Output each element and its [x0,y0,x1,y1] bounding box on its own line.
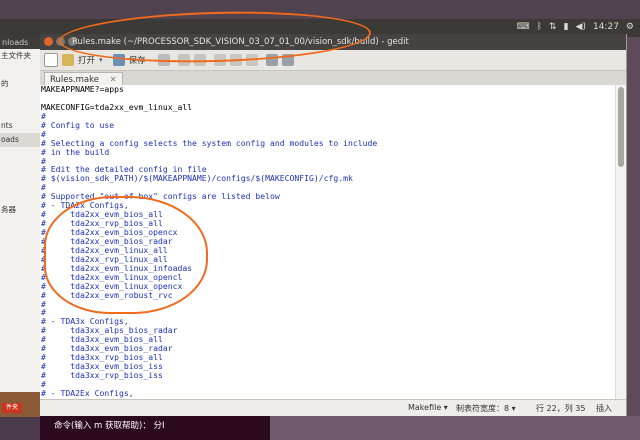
terminal-line: 命令(输入 m 获取帮助)： 分I [54,421,165,431]
file-manager-item[interactable] [0,161,40,175]
redo-icon[interactable] [193,54,206,66]
code-line[interactable]: # Selecting a config selects the system … [40,138,616,148]
close-icon[interactable]: ✕ [110,75,117,84]
tab-bar: Rules.make ✕ [40,71,626,86]
insert-mode: 插入 [596,404,612,413]
file-manager-item[interactable]: 的 [0,77,40,91]
desktop-background [0,0,640,19]
file-manager-header: nloads [0,37,40,49]
code-line[interactable]: # [40,111,616,121]
file-manager-item[interactable] [0,91,40,105]
close-window-button[interactable] [44,37,53,46]
language-label: Makefile [408,403,442,412]
replace-icon[interactable] [281,54,294,66]
text-editor[interactable]: MAKEAPPNAME?=apps MAKECONFIG=tda2xx_evm_l… [40,85,616,400]
keyboard-icon[interactable]: ⌨ [517,22,530,32]
terminal-window[interactable]: 命令(输入 m 获取帮助)： 分I [40,416,270,440]
file-manager-item[interactable] [0,105,40,119]
battery-icon[interactable]: ▮ [564,22,569,32]
code-line[interactable]: MAKEAPPNAME?=apps [40,85,616,94]
tab-width-selector[interactable]: 制表符宽度：8 ▾ [456,403,516,414]
bluetooth-icon[interactable]: ᛒ [537,22,542,32]
file-manager-item[interactable] [0,147,40,161]
file-manager-item[interactable] [0,189,40,203]
toolbar: 打开 ▾ 保存 [40,50,626,71]
paste-icon[interactable] [245,54,258,66]
search-icon[interactable] [265,54,278,66]
file-manager-item[interactable]: nts [0,119,40,133]
print-icon[interactable] [157,54,170,66]
file-manager-window: nloads 主文件夹 的 nts oads 务器 [0,37,41,417]
minimize-window-button[interactable] [56,37,65,46]
gear-icon[interactable]: ⚙ [626,22,634,32]
file-manager-item[interactable] [0,63,40,77]
title-bar[interactable]: Rules.make (~/PROCESSOR_SDK_VISION_03_07… [40,34,626,50]
file-manager-item[interactable]: 务器 [0,203,40,217]
volume-icon[interactable]: ◀) [576,22,586,32]
open-button[interactable]: 打开 [78,54,95,66]
folder-badge: 件夹 [2,403,22,413]
code-line[interactable]: # [40,299,616,309]
copy-icon[interactable] [229,54,242,66]
language-selector[interactable]: Makefile ▾ [408,403,448,412]
chevron-down-icon[interactable]: ▾ [99,56,103,64]
tab-rules-make[interactable]: Rules.make ✕ [44,72,124,86]
cut-icon[interactable] [213,54,226,66]
code-line[interactable]: # tda3xx_rvp_bios_iss [40,371,616,380]
code-line[interactable]: MAKECONFIG=tda2xx_evm_linux_all [40,102,616,112]
system-tray: ⌨ ᛒ ⇅ ▮ ◀) 14:27 ⚙ [517,22,634,32]
save-button[interactable]: 保存 [129,54,146,66]
gedit-window: Rules.make (~/PROCESSOR_SDK_VISION_03_07… [40,34,627,416]
undo-icon[interactable] [177,54,190,66]
scrollbar-thumb[interactable] [618,87,624,167]
code-line[interactable]: # in the build [40,147,616,157]
tab-width-label: 制表符宽度：8 [456,404,510,413]
vertical-scrollbar[interactable] [615,85,626,400]
file-manager-item[interactable]: 主文件夹 [0,49,40,63]
code-line[interactable]: # $(vision_sdk_PATH)/$(MAKEAPPNAME)/conf… [40,174,616,183]
tab-label: Rules.make [50,75,99,85]
file-manager-item[interactable]: oads [0,133,40,147]
cursor-position: 行 22，列 35 [536,404,586,413]
file-manager-item[interactable] [0,175,40,189]
desktop-background-bottom [270,416,640,440]
code-line[interactable]: # tda2xx_evm_robust_rvc [40,290,616,300]
save-icon[interactable] [112,54,125,66]
open-folder-icon[interactable] [62,54,74,66]
window-title: Rules.make (~/PROCESSOR_SDK_VISION_03_07… [72,37,409,47]
new-document-icon[interactable] [44,53,58,67]
network-icon[interactable]: ⇅ [549,22,557,32]
desktop-background-right [626,37,640,417]
status-bar: Makefile ▾ 制表符宽度：8 ▾ 行 22，列 35 插入 [40,399,626,416]
code-line[interactable]: # Config to use [40,120,616,130]
panel-clock[interactable]: 14:27 [593,22,619,32]
